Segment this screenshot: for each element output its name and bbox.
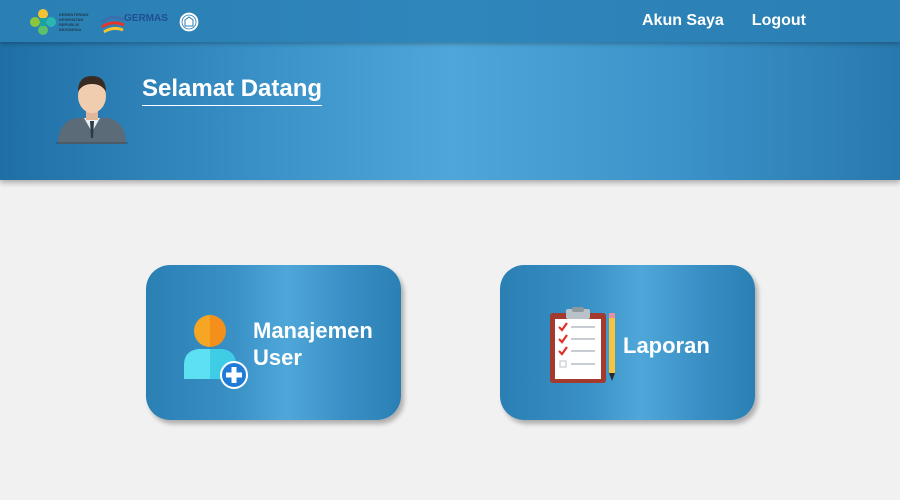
user-avatar-icon: [56, 76, 128, 144]
germas-logo-text: GERMAS: [124, 13, 168, 24]
account-link[interactable]: Akun Saya: [642, 12, 724, 30]
report-label: Laporan: [623, 333, 710, 358]
clipboard-checklist-icon: [550, 307, 615, 383]
welcome-banner: Selamat Datang: [0, 42, 900, 180]
kemenkes-logo: KEMENTERIAN KESEHATAN REPUBLIK INDONESIA: [28, 8, 90, 36]
logout-link[interactable]: Logout: [752, 12, 806, 30]
top-navbar: KEMENTERIAN KESEHATAN REPUBLIK INDONESIA…: [0, 0, 900, 42]
kemenkes-logo-text: KEMENTERIAN KESEHATAN REPUBLIK INDONESIA: [59, 12, 88, 32]
logo-text-line: INDONESIA: [59, 27, 82, 32]
germas-logo: GERMAS: [100, 8, 170, 36]
emblem-icon: [178, 11, 200, 33]
user-management-card[interactable]: Manajemen User: [146, 265, 401, 420]
kemenkes-logo-icon: [30, 9, 56, 35]
welcome-title: Selamat Datang: [142, 75, 323, 106]
germas-logo-icon: [101, 15, 125, 34]
report-card[interactable]: Laporan: [500, 265, 755, 420]
add-user-icon: [184, 315, 248, 389]
user-management-label: Manajemen User: [253, 318, 373, 370]
main-nav: Akun Saya Logout: [642, 0, 806, 42]
health-emblem-logo: [178, 11, 200, 33]
